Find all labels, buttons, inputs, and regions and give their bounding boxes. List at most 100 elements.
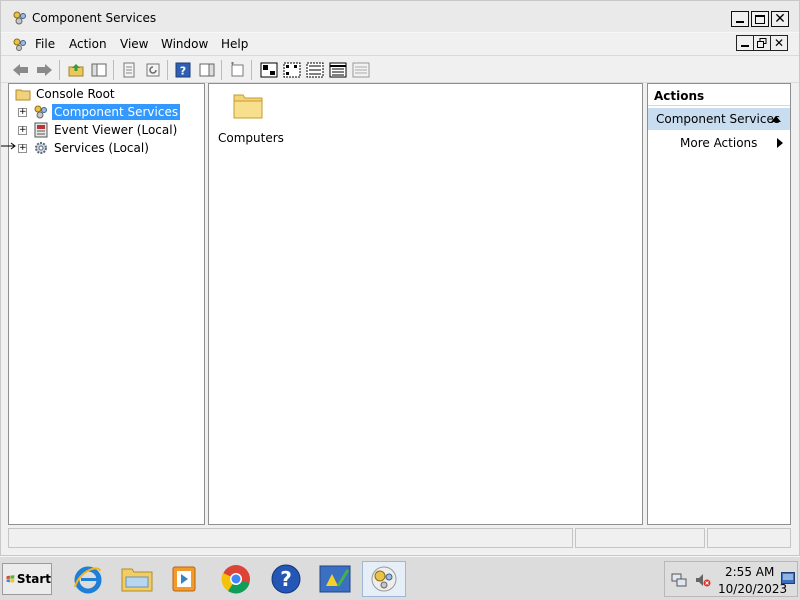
tree-item-console-root[interactable]: Console Root: [9, 85, 204, 103]
taskbar-component-services[interactable]: [362, 561, 406, 597]
resize-cursor-icon: [1, 142, 16, 150]
action-center-icon: [319, 565, 351, 593]
clock-time[interactable]: 2:55 AM: [725, 565, 774, 579]
toolbar-separator: [251, 60, 252, 80]
show-hide-action-pane-button[interactable]: [197, 60, 217, 80]
small-icons-button[interactable]: [282, 60, 302, 80]
actions-section-component-services[interactable]: Component Services: [648, 108, 790, 130]
maximize-button[interactable]: [751, 11, 769, 27]
tree-item-component-services[interactable]: + Component Services: [9, 103, 204, 121]
refresh-icon: [146, 63, 160, 77]
menu-file[interactable]: File: [35, 37, 55, 51]
menu-window[interactable]: Window: [161, 37, 208, 51]
component-services-icon: [13, 11, 26, 25]
menu-help[interactable]: Help: [221, 37, 248, 51]
properties-button[interactable]: [119, 60, 139, 80]
tree-item-event-viewer[interactable]: + Event Viewer (Local): [9, 121, 204, 139]
services-gear-icon: [35, 142, 47, 154]
actions-pane: Actions Component Services More Actions: [647, 83, 791, 525]
submenu-arrow-icon: [777, 138, 783, 148]
network-icon[interactable]: [671, 572, 687, 588]
child-restore-button[interactable]: [753, 35, 771, 51]
status-bar: [1, 528, 799, 550]
tree-label-console-root: Console Root: [36, 87, 115, 101]
clock-date[interactable]: 10/20/2023: [718, 582, 787, 596]
expand-icon[interactable]: +: [18, 108, 27, 117]
expand-icon[interactable]: +: [18, 126, 27, 135]
taskbar-help[interactable]: ?: [264, 561, 308, 597]
window-title: Component Services: [32, 11, 157, 25]
internet-explorer-icon: [74, 566, 102, 594]
taskbar-action-center[interactable]: [313, 561, 357, 597]
close-button[interactable]: ✕: [771, 11, 789, 27]
start-label: Start: [16, 572, 51, 586]
title-bar[interactable]: Component Services ✕: [1, 1, 799, 33]
status-cell-tertiary: [707, 528, 791, 548]
large-icons-icon: [260, 62, 278, 78]
toolbar-separator: [59, 60, 60, 80]
tree-label-component-services: Component Services: [52, 104, 181, 120]
list-view-button[interactable]: [305, 60, 325, 80]
toolbar-separator: [221, 60, 222, 80]
tree-item-services[interactable]: + Services (Local): [9, 139, 204, 157]
configure-button[interactable]: [351, 60, 371, 80]
toolbar-separator: [167, 60, 168, 80]
component-services-icon: [34, 105, 47, 119]
toolbar-separator: [113, 60, 114, 80]
refresh-button[interactable]: [143, 60, 163, 80]
start-button[interactable]: Start: [2, 563, 52, 595]
media-player-icon: [172, 566, 196, 592]
taskbar: Start ? 2:55 AM 10/20/2023: [0, 556, 800, 600]
svg-text:?: ?: [180, 65, 186, 78]
minimize-icon: [741, 45, 749, 47]
chrome-icon: [221, 565, 250, 594]
forward-icon: [37, 64, 52, 76]
tree-label-event-viewer: Event Viewer (Local): [54, 123, 178, 137]
results-pane[interactable]: Computers: [208, 83, 643, 525]
console-tree[interactable]: Console Root + Component Services + Even…: [8, 83, 205, 525]
child-minimize-button[interactable]: [736, 35, 754, 51]
small-icons-icon: [283, 62, 301, 78]
more-actions-item[interactable]: More Actions: [680, 136, 757, 150]
show-hide-tree-button[interactable]: [89, 60, 109, 80]
show-hide-tree-icon: [91, 63, 107, 77]
new-window-icon: [231, 62, 244, 77]
system-menu-icon[interactable]: [12, 36, 28, 52]
windows-logo-icon: [6, 575, 15, 583]
back-button[interactable]: [11, 60, 31, 80]
list-view-icon: [306, 62, 324, 78]
new-window-button[interactable]: [227, 60, 247, 80]
folder-icon: [233, 94, 263, 119]
child-close-button[interactable]: ✕: [770, 35, 788, 51]
large-icons-button[interactable]: [259, 60, 279, 80]
svg-text:?: ?: [280, 567, 292, 591]
configure-icon: [352, 62, 370, 78]
folder-icon: [15, 89, 31, 101]
menu-view[interactable]: View: [120, 37, 148, 51]
help-button[interactable]: ?: [173, 60, 193, 80]
volume-muted-icon[interactable]: [695, 572, 711, 588]
up-one-level-button[interactable]: [66, 60, 86, 80]
close-icon: ✕: [773, 36, 785, 50]
component-services-icon: [371, 566, 397, 592]
taskbar-file-explorer[interactable]: [115, 561, 159, 597]
collapse-icon[interactable]: [771, 116, 781, 122]
minimize-button[interactable]: [731, 11, 749, 27]
taskbar-media-player[interactable]: [162, 561, 206, 597]
taskbar-chrome[interactable]: [214, 561, 258, 597]
expand-icon[interactable]: +: [18, 144, 27, 153]
forward-button[interactable]: [34, 60, 54, 80]
actions-section-label: Component Services: [656, 112, 781, 126]
restore-icon: [757, 38, 767, 48]
show-hide-action-pane-icon: [199, 63, 215, 77]
event-viewer-icon: [34, 122, 48, 138]
menu-action[interactable]: Action: [69, 37, 107, 51]
properties-icon: [123, 62, 135, 78]
back-icon: [13, 64, 28, 76]
computers-folder-item[interactable]: Computers: [218, 90, 284, 145]
menu-bar: File Action View Window Help ✕: [1, 33, 799, 55]
status-cell-main: [8, 528, 573, 548]
details-view-button[interactable]: [328, 60, 348, 80]
details-view-icon: [329, 62, 347, 78]
taskbar-internet-explorer[interactable]: [66, 561, 110, 597]
